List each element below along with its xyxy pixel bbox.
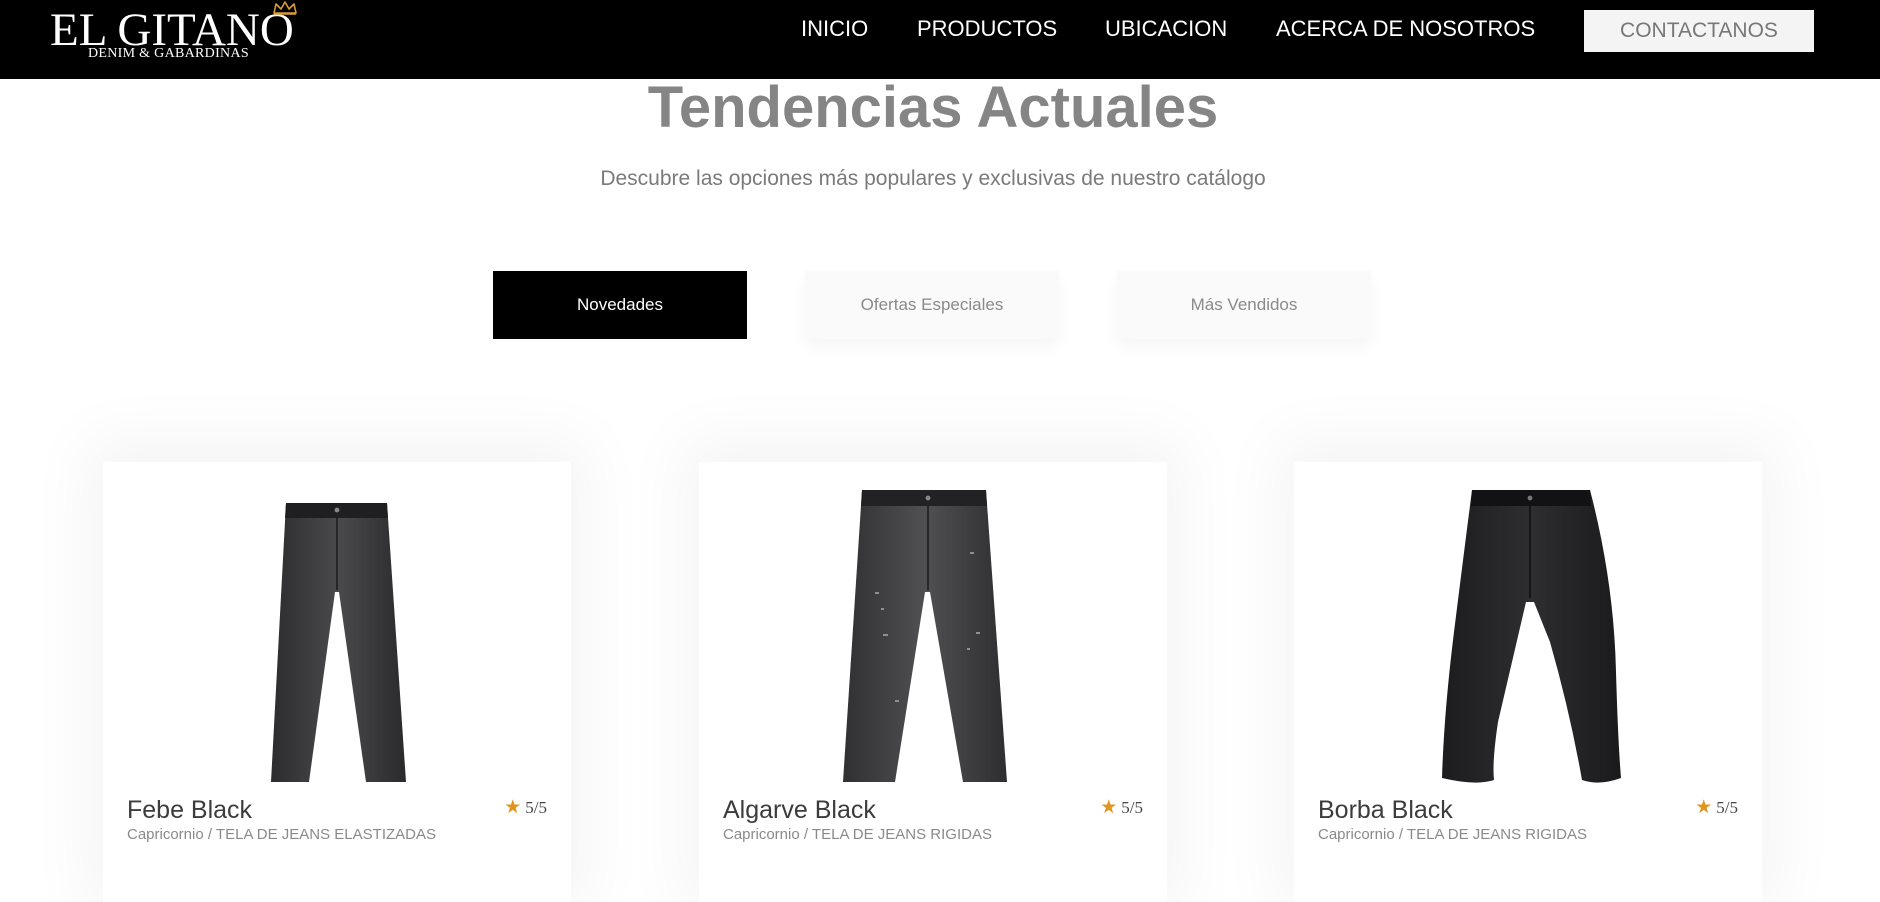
product-name[interactable]: Borba Black (1318, 795, 1453, 825)
product-card[interactable]: Febe Black Capricornio / TELA DE JEANS E… (103, 462, 571, 902)
logo-subtitle: DENIM & GABARDINAS (88, 46, 249, 61)
star-icon: ★ (504, 796, 522, 818)
product-image[interactable] (103, 462, 571, 784)
product-rating: ★ 5/5 (1100, 795, 1143, 819)
nav-link-acerca-de-nosotros[interactable]: ACERCA DE NOSOTROS (1276, 17, 1535, 41)
product-rating: ★ 5/5 (504, 795, 547, 819)
tab-novedades[interactable]: Novedades (493, 271, 747, 339)
product-meta: Capricornio / TELA DE JEANS RIGIDAS (1318, 826, 1587, 843)
product-meta: Capricornio / TELA DE JEANS RIGIDAS (723, 826, 992, 843)
rating-value: 5/5 (1716, 798, 1738, 817)
product-rating: ★ 5/5 (1695, 795, 1738, 819)
product-image[interactable] (1294, 462, 1762, 784)
section-subtitle: Descubre las opciones más populares y ex… (600, 167, 1266, 190)
nav-link-inicio[interactable]: INICIO (801, 17, 868, 41)
brand-logo[interactable]: EL GITANO DENIM & GABARDINAS (50, 1, 300, 66)
star-icon: ★ (1695, 796, 1713, 818)
section-title: Tendencias Actuales (647, 75, 1219, 140)
product-name[interactable]: Febe Black (127, 795, 252, 825)
tab-ofertas-especiales[interactable]: Ofertas Especiales (805, 271, 1059, 339)
contact-button[interactable]: CONTACTANOS (1584, 10, 1814, 52)
product-image[interactable] (699, 462, 1167, 784)
product-card[interactable]: Borba Black Capricornio / TELA DE JEANS … (1294, 462, 1762, 902)
product-name[interactable]: Algarve Black (723, 795, 876, 825)
product-meta: Capricornio / TELA DE JEANS ELASTIZADAS (127, 826, 437, 843)
nav-link-ubicacion[interactable]: UBICACION (1105, 17, 1227, 41)
top-navigation-bar: EL GITANO DENIM & GABARDINAS INICIO PROD… (0, 0, 1880, 79)
product-card[interactable]: Algarve Black Capricornio / TELA DE JEAN… (699, 462, 1167, 902)
rating-value: 5/5 (525, 798, 547, 817)
nav-link-productos[interactable]: PRODUCTOS (917, 17, 1057, 41)
tab-mas-vendidos[interactable]: Más Vendidos (1117, 271, 1371, 339)
star-icon: ★ (1100, 796, 1118, 818)
rating-value: 5/5 (1121, 798, 1143, 817)
crown-icon (273, 1, 297, 15)
